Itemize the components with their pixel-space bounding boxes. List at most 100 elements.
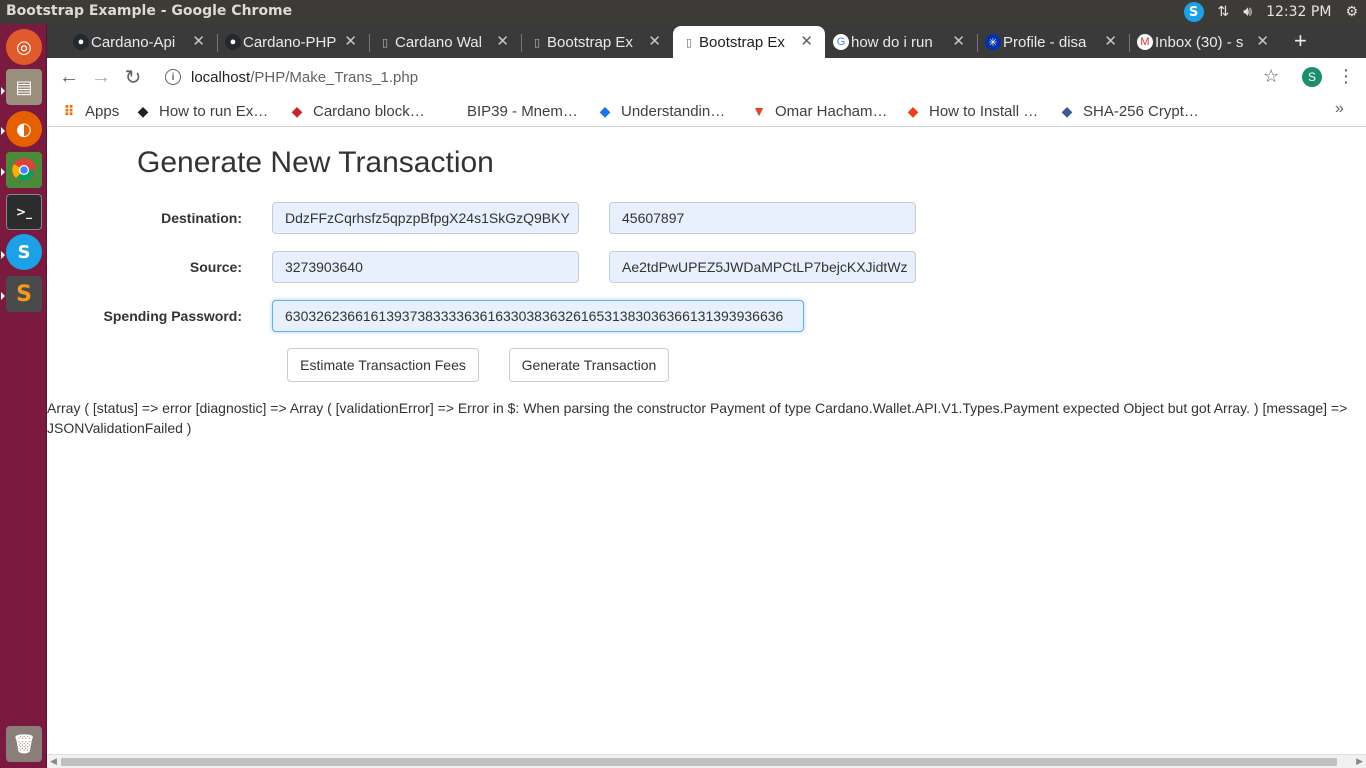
bookmark-label: Omar Hacham… <box>775 102 888 120</box>
bookmark-item[interactable]: ⠿ Apps <box>61 100 120 122</box>
bookmarks-bar: » ⠿ Apps ◆ How to run Ex… ◆ Cardano block… BIP… <box>47 96 1366 127</box>
running-indicator <box>1 251 5 259</box>
browser-tab[interactable]: ▯ Cardano Wal ✕ <box>369 26 521 58</box>
bookmark-item[interactable]: ◆ How to Install … <box>905 100 1039 122</box>
url-text[interactable]: localhost/PHP/Make_Trans_1.php <box>191 69 418 86</box>
source-label: Source: <box>189 259 242 275</box>
gmail-icon: M <box>1137 34 1153 50</box>
firefox-icon[interactable]: ◐ <box>6 111 42 147</box>
network-icon[interactable]: ⇅ <box>1218 4 1230 20</box>
window-title: Bootstrap Example - Google Chrome <box>6 3 293 19</box>
sublime-text-icon[interactable]: S <box>6 276 42 312</box>
back-icon[interactable]: ← <box>57 65 81 89</box>
system-tray: S ⇅ 🔊︎ 12:32 PM ⚙ <box>1183 0 1358 24</box>
browser-tab[interactable]: Ghow do i run ✕ <box>825 26 977 58</box>
bookmark-item[interactable]: BIP39 - Mnem… <box>467 100 578 122</box>
forward-icon[interactable]: → <box>89 65 113 89</box>
ubuntu-dash-icon[interactable]: ◎ <box>6 29 42 65</box>
browser-tab[interactable]: ● Cardano-PHP ✕ <box>217 26 369 58</box>
close-tab-icon[interactable]: ✕ <box>496 32 509 50</box>
tab-separator <box>369 34 370 52</box>
tab-separator <box>217 34 218 52</box>
bookmark-label: Cardano block… <box>313 102 425 120</box>
tab-label: Inbox (30) - s <box>1155 33 1244 51</box>
browser-tab[interactable]: ▯ Bootstrap Ex ✕ <box>673 26 825 58</box>
github-icon: ● <box>73 34 89 50</box>
running-indicator <box>1 87 5 95</box>
chrome-icon[interactable] <box>6 152 42 188</box>
destination-address-input[interactable]: DdzFFzCqrhsfz5qpzpBfpgX24s1SkGzQ9BKY <box>272 202 579 234</box>
settings-gear-icon[interactable]: ⚙ <box>1345 4 1358 20</box>
estimate-fees-button[interactable]: Estimate Transaction Fees <box>287 348 479 382</box>
github-icon: ● <box>225 34 241 50</box>
browser-tab[interactable]: ▯ Bootstrap Ex ✕ <box>521 26 673 58</box>
profile-avatar[interactable]: S <box>1302 67 1322 87</box>
new-tab-icon[interactable]: + <box>1294 28 1307 54</box>
scroll-right-icon[interactable]: ▶ <box>1356 756 1363 767</box>
bookmark-item[interactable]: ◆ Understandin… <box>597 100 726 122</box>
gitlab-icon: ▼ <box>752 103 766 119</box>
scrollbar-thumb[interactable] <box>61 758 1337 766</box>
browser-tab[interactable]: ✳ Profile - disa ✕ <box>977 26 1129 58</box>
chrome-menu-icon[interactable]: ⋮ <box>1337 66 1355 87</box>
url-host: localhost <box>191 68 251 86</box>
volume-icon[interactable]: 🔊︎ <box>1243 4 1252 20</box>
site-info-icon[interactable]: i <box>165 69 181 85</box>
bookmark-star-icon[interactable]: ☆ <box>1263 66 1279 87</box>
close-tab-icon[interactable]: ✕ <box>1104 32 1117 50</box>
address-bar[interactable]: i localhost/PHP/Make_Trans_1.php <box>153 62 1333 92</box>
close-tab-icon[interactable]: ✕ <box>1256 32 1269 50</box>
bookmark-icon: ◆ <box>137 102 149 119</box>
cardano-icon: ✳ <box>985 34 1001 50</box>
spending-password-label: Spending Password: <box>103 308 242 324</box>
clock[interactable]: 12:32 PM <box>1266 4 1331 20</box>
browser-tab[interactable]: M Inbox (30) - s ✕ <box>1129 26 1281 58</box>
running-indicator <box>1 168 5 176</box>
close-tab-icon[interactable]: ✕ <box>344 32 357 50</box>
terminal-icon[interactable]: >_ <box>6 194 42 230</box>
trash-icon[interactable]: 🗑︎ <box>6 726 42 762</box>
bookmark-icon: ◆ <box>291 102 303 119</box>
page-icon: ▯ <box>533 36 541 49</box>
response-output: Array ( [status] => error [diagnostic] =… <box>47 400 1348 436</box>
page-icon: ▯ <box>685 36 693 49</box>
bookmark-label: Understandin… <box>621 102 726 120</box>
bookmark-label: How to Install … <box>929 102 1039 120</box>
page-title: Generate New Transaction <box>137 146 494 179</box>
generate-transaction-button[interactable]: Generate Transaction <box>509 348 669 382</box>
source-wallet-input[interactable]: Ae2tdPwUPEZ5JWDaMPCtLP7bejcKXJidtWz <box>609 251 916 283</box>
tab-label: Profile - disa <box>1003 33 1087 51</box>
files-icon[interactable]: ▤ <box>6 69 42 105</box>
tab-strip: ● Cardano-Api ✕ ● Cardano-PHP ✕ ▯ Cardano Wal ✕ ▯… <box>47 24 1366 58</box>
tab-label: Cardano-Api <box>91 33 176 51</box>
bookmark-item[interactable]: ◆ Cardano block… <box>289 100 425 122</box>
skype-launcher-icon[interactable]: S <box>6 234 42 270</box>
close-tab-icon[interactable]: ✕ <box>192 32 205 50</box>
scroll-left-icon[interactable]: ◀ <box>50 756 57 767</box>
horizontal-scrollbar[interactable]: ◀ ▶ <box>47 754 1366 768</box>
bookmark-item[interactable]: ◆ SHA-256 Crypt… <box>1059 100 1199 122</box>
bookmark-item[interactable]: ◆ How to run Ex… <box>135 100 269 122</box>
close-tab-icon[interactable]: ✕ <box>952 32 965 50</box>
browser-toolbar: ← → ↻ i localhost/PHP/Make_Trans_1.php ☆… <box>47 58 1366 96</box>
bookmark-label: BIP39 - Mnem… <box>467 102 578 120</box>
destination-label: Destination: <box>161 210 242 226</box>
bookmark-icon: ◆ <box>1061 102 1073 119</box>
source-account-input[interactable]: 3273903640 <box>272 251 579 283</box>
tab-label: Cardano-PHP <box>243 33 337 51</box>
close-tab-icon[interactable]: ✕ <box>800 32 813 50</box>
destination-amount-input[interactable]: 45607897 <box>609 202 916 234</box>
spending-password-input[interactable]: 6303262366161393738333363616330383632616… <box>272 300 804 332</box>
browser-tab[interactable]: ● Cardano-Api ✕ <box>65 26 217 58</box>
running-indicator <box>1 127 5 135</box>
close-tab-icon[interactable]: ✕ <box>648 32 661 50</box>
bookmark-icon: ◆ <box>907 102 919 119</box>
bookmark-icon: ◆ <box>599 102 611 119</box>
google-icon: G <box>833 34 849 50</box>
page-icon: ▯ <box>381 36 389 49</box>
url-path: /PHP/Make_Trans_1.php <box>250 68 419 86</box>
reload-icon[interactable]: ↻ <box>121 65 145 89</box>
more-bookmarks-icon[interactable]: » <box>1335 100 1344 118</box>
skype-icon[interactable]: S <box>1183 2 1204 22</box>
bookmark-item[interactable]: ▼ Omar Hacham… <box>751 100 888 122</box>
